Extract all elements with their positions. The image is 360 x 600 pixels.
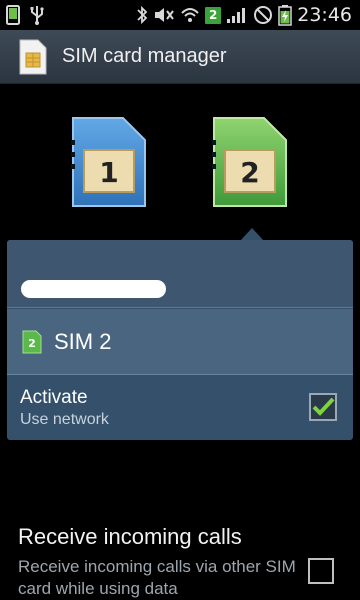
sim-name-row[interactable]: 2 SIM 2 bbox=[7, 309, 353, 375]
title-bar: SIM card manager bbox=[0, 30, 360, 84]
signal-icon bbox=[226, 6, 248, 24]
checkmark-icon bbox=[312, 397, 335, 416]
receive-incoming-calls-desc: Receive incoming calls via other SIM car… bbox=[18, 557, 296, 598]
usb-icon bbox=[28, 4, 46, 26]
sim-cards-row: 1 2 bbox=[0, 84, 360, 234]
sim-name: SIM 2 bbox=[54, 328, 112, 354]
no-signal-icon bbox=[253, 5, 273, 25]
redacted-carrier-name bbox=[21, 280, 166, 298]
activate-row[interactable]: Activate Use network bbox=[7, 376, 353, 440]
battery-charging-icon bbox=[278, 4, 292, 26]
sim-2-small-icon: 2 bbox=[22, 330, 42, 354]
phone-icon bbox=[6, 5, 20, 25]
activate-subtitle: Use network bbox=[20, 411, 109, 428]
sim-name-header[interactable] bbox=[7, 240, 353, 308]
mute-icon bbox=[153, 6, 175, 24]
sim-1-number: 1 bbox=[99, 156, 118, 189]
sim-2-badge-icon: 2 bbox=[205, 6, 222, 24]
status-time: 23:46 bbox=[297, 4, 352, 26]
activate-checkbox[interactable] bbox=[309, 393, 337, 421]
sim-2-card[interactable]: 2 bbox=[212, 116, 288, 208]
receive-incoming-calls-checkbox[interactable] bbox=[308, 558, 334, 584]
sim-2-number: 2 bbox=[240, 156, 259, 189]
sim-detail-panel: 2 SIM 2 Activate Use network bbox=[7, 240, 353, 440]
status-bar: 2 23:46 bbox=[0, 0, 360, 30]
activate-title: Activate bbox=[20, 387, 88, 408]
receive-incoming-calls-title: Receive incoming calls bbox=[18, 524, 242, 549]
receive-incoming-calls-row[interactable]: Receive incoming calls Receive incoming … bbox=[0, 512, 360, 600]
sim-card-icon[interactable] bbox=[18, 38, 48, 76]
sim-2-small-icon-number: 2 bbox=[28, 337, 36, 350]
wifi-icon bbox=[180, 6, 200, 24]
bluetooth-icon bbox=[136, 5, 148, 25]
page-title: SIM card manager bbox=[62, 45, 227, 67]
sim-1-card[interactable]: 1 bbox=[71, 116, 147, 208]
